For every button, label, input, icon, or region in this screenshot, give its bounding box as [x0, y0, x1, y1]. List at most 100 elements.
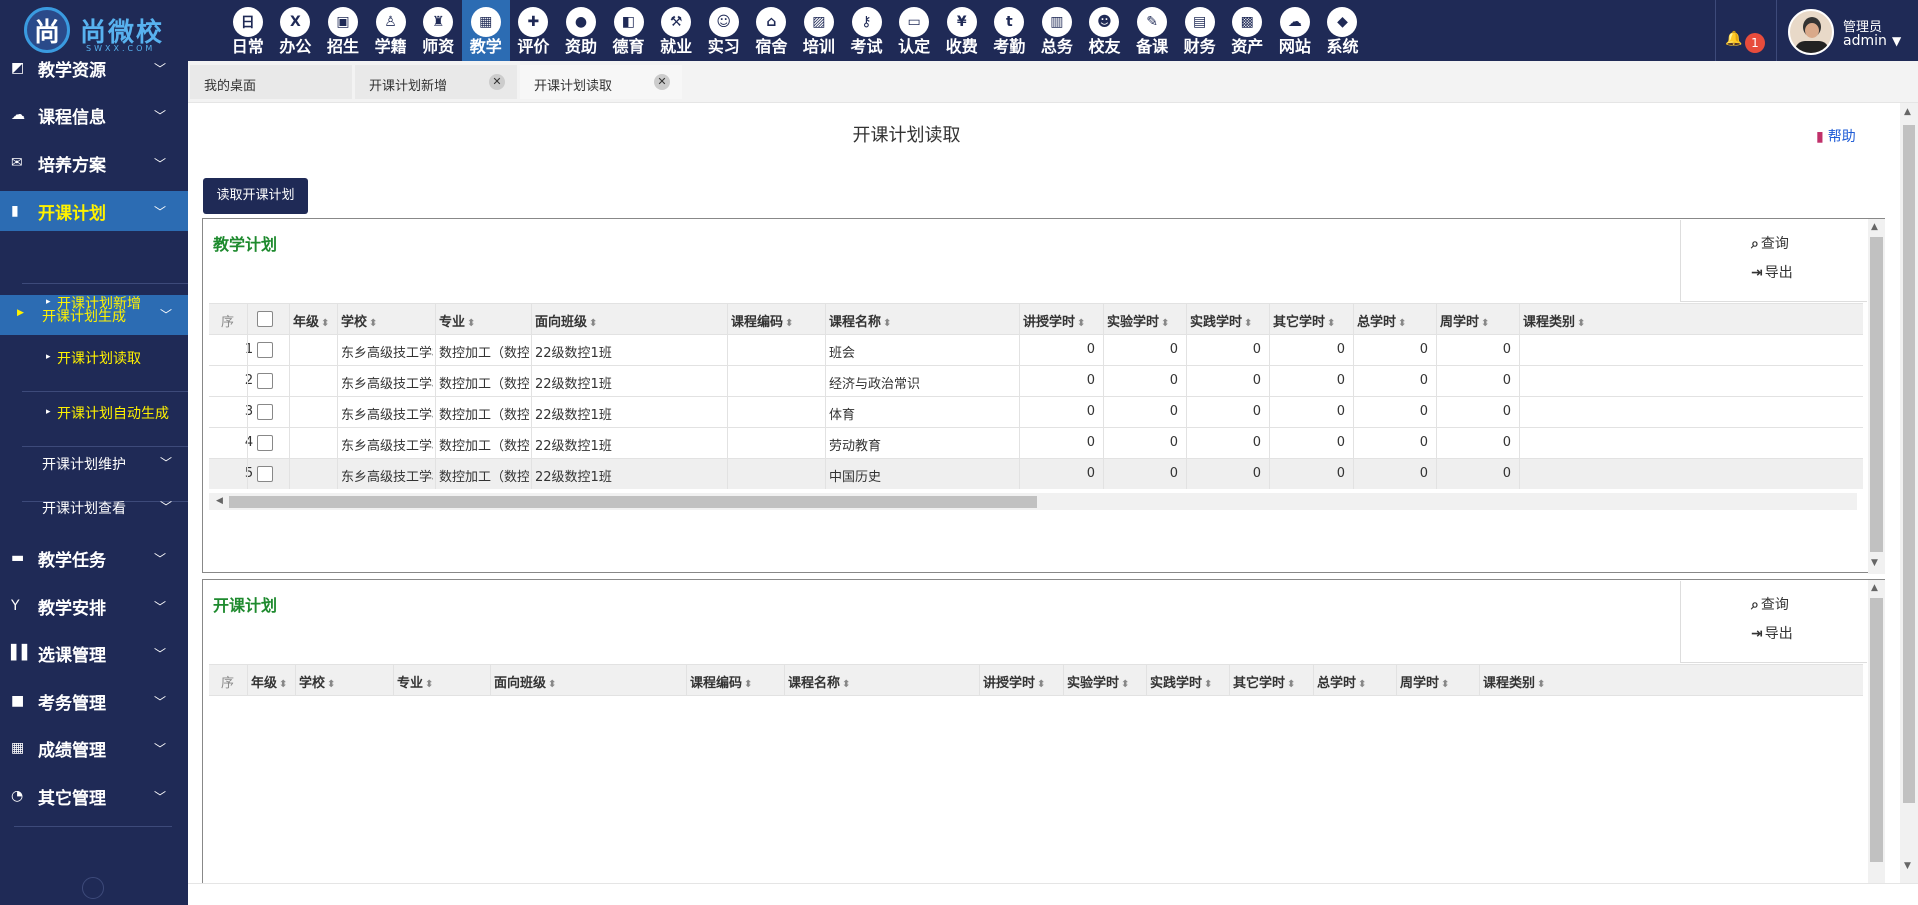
column-header[interactable]: 讲授学时 ⬍: [1023, 311, 1101, 330]
query-button[interactable]: ⌕ 查询: [1751, 233, 1789, 253]
module-newspaper[interactable]: ▤ 财务: [1176, 0, 1224, 61]
sort-icon[interactable]: ⬍: [842, 679, 850, 690]
sort-icon[interactable]: ⬍: [1204, 679, 1212, 690]
sort-icon[interactable]: ⬍: [1161, 318, 1169, 329]
column-header[interactable]: 周学时 ⬍: [1400, 672, 1477, 691]
sort-icon[interactable]: ⬍: [1287, 679, 1295, 690]
help-link[interactable]: ▮ 帮助: [1816, 126, 1856, 146]
column-header[interactable]: 实验学时 ⬍: [1067, 672, 1144, 691]
scroll-down-icon[interactable]: ▼: [1904, 861, 1911, 871]
column-header[interactable]: 总学时 ⬍: [1317, 672, 1394, 691]
module-cloud[interactable]: ☁ 网站: [1271, 0, 1319, 61]
export-button[interactable]: ⇥ 导出: [1751, 623, 1793, 643]
module-monitor[interactable]: ▭ 认定: [890, 0, 938, 61]
column-header[interactable]: 其它学时 ⬍: [1273, 311, 1351, 330]
module-bus[interactable]: ▣ 招生: [319, 0, 367, 61]
sort-icon[interactable]: ⬍: [321, 318, 329, 329]
sidebar-item-1[interactable]: ◩ 教学资源 ﹀: [0, 48, 188, 88]
sort-icon[interactable]: ⬍: [279, 679, 287, 690]
sort-icon[interactable]: ⬍: [467, 318, 475, 329]
column-header[interactable]: 其它学时 ⬍: [1233, 672, 1311, 691]
column-header[interactable]: 课程编码 ⬍: [690, 672, 782, 691]
sidebar-subitem-2[interactable]: ▸ 开课计划读取: [0, 344, 188, 372]
column-header[interactable]: 课程类别 ⬍: [1483, 672, 1861, 691]
sidebar-item-9[interactable]: ▦ 成绩管理 ﹀: [0, 728, 188, 768]
module-group[interactable]: ☻ 校友: [1081, 0, 1129, 61]
module-office[interactable]: X 办公: [272, 0, 320, 61]
sort-icon[interactable]: ⬍: [1537, 679, 1545, 690]
scrollbar-thumb[interactable]: [1870, 598, 1883, 862]
sort-icon[interactable]: ⬍: [1121, 679, 1129, 690]
sort-icon[interactable]: ⬍: [1037, 679, 1045, 690]
sort-icon[interactable]: ⬍: [1577, 318, 1585, 329]
horizontal-scrollbar[interactable]: ◀: [209, 493, 1857, 510]
sort-icon[interactable]: ⬍: [425, 679, 433, 690]
module-aid[interactable]: ● 资助: [557, 0, 605, 61]
user-name[interactable]: admin: [1843, 33, 1887, 49]
caret-down-icon[interactable]: ▼: [1892, 34, 1901, 48]
module-chart[interactable]: ▥ 总务: [1033, 0, 1081, 61]
sort-icon[interactable]: ⬍: [1398, 318, 1406, 329]
tab-2[interactable]: 开课计划新增 ✕: [355, 65, 517, 99]
column-header[interactable]: 周学时 ⬍: [1440, 311, 1517, 330]
collapse-handle[interactable]: [82, 877, 104, 899]
column-header[interactable]: 面向班级 ⬍: [535, 311, 725, 330]
module-picture[interactable]: ▨ 培训: [795, 0, 843, 61]
sidebar-group-2[interactable]: 开课计划查看 ﹀: [0, 493, 188, 521]
tab-1[interactable]: 我的桌面: [190, 65, 352, 99]
bell-icon[interactable]: 🔔: [1725, 31, 1742, 47]
column-header[interactable]: 课程编码 ⬍: [731, 311, 823, 330]
column-header[interactable]: 学校 ⬍: [341, 311, 433, 330]
sort-icon[interactable]: ⬍: [1358, 679, 1366, 690]
scroll-up-icon[interactable]: ▲: [1871, 222, 1878, 232]
close-icon[interactable]: ✕: [489, 74, 505, 90]
sort-icon[interactable]: ⬍: [1441, 679, 1449, 690]
column-header[interactable]: 专业 ⬍: [397, 672, 488, 691]
module-train[interactable]: ▩ 资产: [1223, 0, 1271, 61]
sidebar-item-6[interactable]: Y 教学安排 ﹀: [0, 586, 188, 626]
module-yen[interactable]: ¥ 收费: [938, 0, 986, 61]
sidebar-subitem-1[interactable]: ▸ 开课计划新增: [0, 289, 188, 317]
panel-scrollbar[interactable]: ▲: [1868, 580, 1885, 884]
column-header[interactable]: 专业 ⬍: [439, 311, 529, 330]
sidebar-item-2[interactable]: ☁ 课程信息 ﹀: [0, 95, 188, 135]
page-scrollbar[interactable]: ▲ ▼: [1900, 103, 1918, 883]
module-cube[interactable]: ◆ 系统: [1319, 0, 1367, 61]
column-header[interactable]: 年级 ⬍: [251, 672, 293, 691]
sort-icon[interactable]: ⬍: [744, 679, 752, 690]
scroll-down-icon[interactable]: ▼: [1871, 558, 1878, 568]
scroll-left-icon[interactable]: ◀: [216, 496, 223, 506]
module-t[interactable]: t 考勤: [986, 0, 1034, 61]
module-house[interactable]: ⌂ 宿舍: [748, 0, 796, 61]
module-calendar-text[interactable]: 日日常: [224, 0, 272, 61]
sidebar-item-7[interactable]: ▌▌ 选课管理 ﹀: [0, 633, 188, 673]
sort-icon[interactable]: ⬍: [548, 679, 556, 690]
column-header[interactable]: 总学时 ⬍: [1357, 311, 1434, 330]
panel-scrollbar[interactable]: ▲ ▼: [1868, 219, 1885, 574]
sort-icon[interactable]: ⬍: [785, 318, 793, 329]
scrollbar-thumb[interactable]: [1870, 237, 1883, 552]
module-hammer[interactable]: ⚒ 就业: [652, 0, 700, 61]
sidebar-item-3[interactable]: ✉ 培养方案 ﹀: [0, 143, 188, 183]
column-header[interactable]: 讲授学时 ⬍: [983, 672, 1061, 691]
scrollbar-thumb[interactable]: [1903, 125, 1915, 803]
column-header[interactable]: 年级 ⬍: [293, 311, 335, 330]
sort-icon[interactable]: ⬍: [1481, 318, 1489, 329]
column-header[interactable]: 课程名称 ⬍: [788, 672, 977, 691]
module-calendar-grid[interactable]: ▦ 教学: [461, 0, 510, 61]
column-header[interactable]: 学校 ⬍: [299, 672, 391, 691]
close-icon[interactable]: ✕: [654, 74, 670, 90]
sort-icon[interactable]: ⬍: [369, 318, 377, 329]
tab-3[interactable]: 开课计划读取 ✕: [520, 65, 682, 99]
sort-icon[interactable]: ⬍: [1327, 318, 1335, 329]
column-header[interactable]: 课程类别 ⬍: [1523, 311, 1861, 330]
export-button[interactable]: ⇥ 导出: [1751, 262, 1793, 282]
module-robot[interactable]: ☺ 实习: [700, 0, 748, 61]
scrollbar-thumb[interactable]: [229, 496, 1037, 508]
column-header[interactable]: 面向班级 ⬍: [494, 672, 684, 691]
module-student[interactable]: ♙ 学籍: [367, 0, 415, 61]
sort-icon[interactable]: ⬍: [589, 318, 597, 329]
column-header[interactable]: 实验学时 ⬍: [1107, 311, 1184, 330]
sidebar-item-4[interactable]: ▮ 开课计划 ﹀: [0, 191, 188, 231]
module-teacher[interactable]: ♜ 师资: [414, 0, 462, 61]
